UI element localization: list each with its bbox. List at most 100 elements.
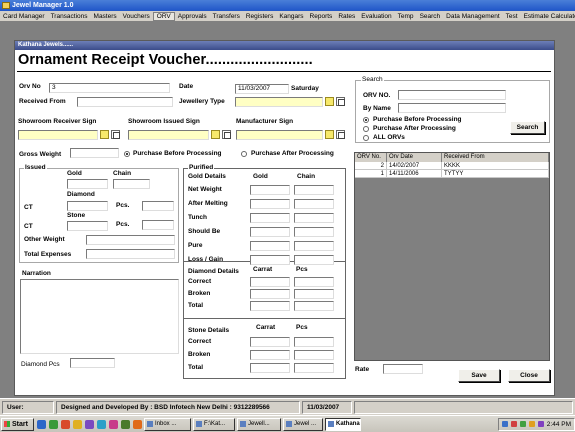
received-from-field[interactable] xyxy=(77,97,173,107)
taskbar-item[interactable]: Jewel ... xyxy=(283,417,323,431)
gold-details-value-field[interactable] xyxy=(294,241,334,251)
document-icon[interactable] xyxy=(336,130,345,139)
stone-details-value-field[interactable] xyxy=(294,350,334,360)
menu-item-estimate-calculator[interactable]: Estimate Calculator xyxy=(521,13,575,20)
quicklaunch-icon[interactable] xyxy=(73,419,82,429)
issued-diamond-ct-field[interactable] xyxy=(67,201,108,211)
menu-item-transfers[interactable]: Transfers xyxy=(210,13,243,20)
search-orv-no-field[interactable] xyxy=(398,90,506,100)
stone-details-value-field[interactable] xyxy=(294,337,334,347)
gold-details-value-field[interactable] xyxy=(250,255,290,265)
key-lookup-icon[interactable] xyxy=(100,130,109,139)
stone-details-value-field[interactable] xyxy=(250,363,290,373)
tray-icon[interactable] xyxy=(510,421,517,427)
tray-icon[interactable] xyxy=(528,421,535,427)
gold-details-value-field[interactable] xyxy=(250,199,290,209)
orv-results-grid[interactable]: ORV No. Orv Date Received From 2 14/02/2… xyxy=(354,152,550,361)
issued-chain-field[interactable] xyxy=(113,179,150,189)
date-field[interactable]: 11/03/2007 xyxy=(235,84,289,94)
grid-header-received-from[interactable]: Received From xyxy=(442,153,549,162)
gold-details-value-field[interactable] xyxy=(250,185,290,195)
key-lookup-icon[interactable] xyxy=(211,130,220,139)
menu-item-vouchers[interactable]: Vouchers xyxy=(120,13,153,20)
search-after-radio[interactable] xyxy=(363,126,369,132)
diamond-details-value-field[interactable] xyxy=(294,301,334,311)
quicklaunch-icon[interactable] xyxy=(37,419,46,429)
gold-details-value-field[interactable] xyxy=(250,241,290,251)
stone-details-value-field[interactable] xyxy=(250,337,290,347)
manufacturer-field[interactable] xyxy=(236,130,323,140)
table-row[interactable]: 1 14/11/2006 TYTYY xyxy=(355,170,549,178)
total-expenses-field[interactable] xyxy=(86,249,175,259)
quicklaunch-icon[interactable] xyxy=(109,419,118,429)
menu-item-search[interactable]: Search xyxy=(417,13,444,20)
taskbar-item[interactable]: F:\Kat... xyxy=(193,417,235,431)
tray-icon[interactable] xyxy=(537,421,544,427)
issued-gold-field[interactable] xyxy=(67,179,108,189)
diamond-details-value-field[interactable] xyxy=(294,289,334,299)
search-button[interactable]: Search xyxy=(510,121,545,134)
table-row[interactable]: 2 14/02/2007 KKKK xyxy=(355,162,549,170)
key-lookup-icon[interactable] xyxy=(325,97,334,106)
after-processing-radio[interactable] xyxy=(241,151,247,157)
stone-details-value-field[interactable] xyxy=(294,363,334,373)
gold-details-value-field[interactable] xyxy=(294,213,334,223)
menu-item-approvals[interactable]: Approvals xyxy=(175,13,210,20)
gross-weight-field[interactable] xyxy=(70,148,119,158)
menu-item-rates[interactable]: Rates xyxy=(335,13,358,20)
document-icon[interactable] xyxy=(222,130,231,139)
document-icon[interactable] xyxy=(111,130,120,139)
gold-details-value-field[interactable] xyxy=(250,213,290,223)
document-icon[interactable] xyxy=(336,97,345,106)
issued-diamond-pcs-field[interactable] xyxy=(142,201,174,211)
issued-stone-ct-field[interactable] xyxy=(67,221,108,231)
menu-item-temp[interactable]: Temp xyxy=(395,13,417,20)
narration-field[interactable] xyxy=(20,279,179,354)
quicklaunch-icon[interactable] xyxy=(85,419,94,429)
before-processing-radio[interactable] xyxy=(124,151,130,157)
quicklaunch-icon[interactable] xyxy=(49,419,58,429)
menu-item-evaluation[interactable]: Evaluation xyxy=(358,13,394,20)
quicklaunch-icon[interactable] xyxy=(133,419,142,429)
menu-item-reports[interactable]: Reports xyxy=(307,13,336,20)
stone-details-value-field[interactable] xyxy=(250,350,290,360)
showroom-issued-field[interactable] xyxy=(128,130,209,140)
close-button[interactable]: Close xyxy=(508,369,550,382)
gold-details-value-field[interactable] xyxy=(294,255,334,265)
menu-item-orv[interactable]: ORV xyxy=(152,11,175,21)
search-by-name-field[interactable] xyxy=(398,103,506,113)
diamond-details-value-field[interactable] xyxy=(250,289,290,299)
key-lookup-icon[interactable] xyxy=(325,130,334,139)
showroom-receiver-field[interactable] xyxy=(18,130,98,140)
menu-item-kangars[interactable]: Kangars xyxy=(276,13,306,20)
search-all-radio[interactable] xyxy=(363,135,369,141)
menu-item-card-manager[interactable]: Card Manager xyxy=(0,13,48,20)
tray-icon[interactable] xyxy=(501,421,508,427)
quicklaunch-icon[interactable] xyxy=(121,419,130,429)
jewellery-type-field[interactable] xyxy=(235,97,323,107)
taskbar-item-active[interactable]: Kathana ... xyxy=(325,417,361,431)
gold-details-value-field[interactable] xyxy=(294,199,334,209)
menu-item-masters[interactable]: Masters xyxy=(91,13,120,20)
search-before-radio[interactable] xyxy=(363,117,369,123)
menu-item-data-management[interactable]: Data Management xyxy=(443,13,502,20)
rate-field[interactable] xyxy=(383,364,423,374)
start-button[interactable]: Start xyxy=(1,417,34,431)
menu-item-test[interactable]: Test xyxy=(503,13,521,20)
save-button[interactable]: Save xyxy=(458,369,500,382)
gold-details-value-field[interactable] xyxy=(250,227,290,237)
tray-icon[interactable] xyxy=(519,421,526,427)
quicklaunch-icon[interactable] xyxy=(61,419,70,429)
orv-no-field[interactable]: 3 xyxy=(49,83,170,93)
diamond-details-value-field[interactable] xyxy=(250,301,290,311)
diamond-pcs-field[interactable] xyxy=(70,358,115,368)
gold-details-value-field[interactable] xyxy=(294,227,334,237)
taskbar-item[interactable]: Jewell... xyxy=(237,417,281,431)
gold-details-value-field[interactable] xyxy=(294,185,334,195)
grid-header-orv-no[interactable]: ORV No. xyxy=(355,153,387,162)
menu-item-registers[interactable]: Registers xyxy=(243,13,276,20)
quicklaunch-icon[interactable] xyxy=(97,419,106,429)
taskbar-item[interactable]: Inbox ... xyxy=(144,417,191,431)
diamond-details-value-field[interactable] xyxy=(294,277,334,287)
grid-header-orv-date[interactable]: Orv Date xyxy=(387,153,442,162)
